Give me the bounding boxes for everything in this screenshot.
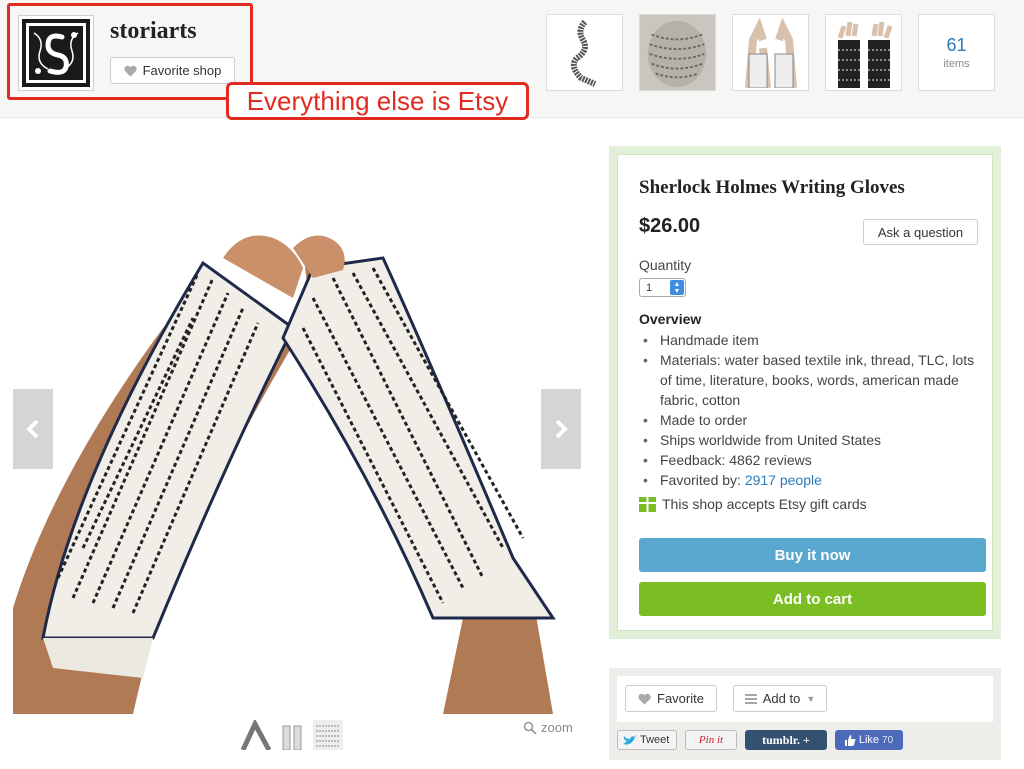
overview-item-text: Favorited by: [660, 472, 745, 488]
image-thumb[interactable] [241, 720, 271, 750]
add-to-label: Add to [762, 691, 801, 706]
list-icon [744, 693, 757, 704]
ask-question-button[interactable]: Ask a question [863, 219, 978, 245]
twitter-bird-icon [623, 734, 637, 745]
tumblr-button[interactable]: tumblr. + [745, 730, 827, 750]
facebook-like-button[interactable]: Like 70 [835, 730, 903, 750]
image-thumb[interactable] [313, 720, 343, 750]
overview-item: Ships worldwide from United States [639, 430, 979, 450]
buy-it-now-button[interactable]: Buy it now [639, 538, 986, 572]
favorite-item-button[interactable]: Favorite [625, 685, 717, 712]
add-to-list-button[interactable]: Add to ▼ [733, 685, 827, 712]
zoom-label: zoom [541, 720, 573, 735]
shop-item-thumb[interactable] [732, 14, 809, 91]
share-panel: Favorite Add to ▼ Tweet Pin it tumblr. +… [609, 668, 1001, 760]
shop-items-count[interactable]: 61 items [918, 14, 995, 91]
tweet-button[interactable]: Tweet [617, 730, 677, 750]
overview-item: Handmade item [639, 330, 979, 350]
items-count-label: items [943, 58, 970, 70]
quantity-value: 1 [646, 281, 653, 294]
quantity-select[interactable]: 1 ▲ ▼ [639, 278, 686, 297]
image-thumb[interactable] [277, 720, 307, 750]
shop-item-thumb[interactable] [546, 14, 623, 91]
social-buttons: Tweet Pin it tumblr. + Like 70 [617, 730, 903, 750]
overview-item-text: Materials: water based textile ink, thre… [660, 352, 975, 408]
shop-item-thumb[interactable] [639, 14, 716, 91]
pin-it-button[interactable]: Pin it [685, 730, 737, 750]
heart-icon [638, 693, 651, 705]
overview-item-text: Feedback: 4862 reviews [660, 452, 812, 468]
magnifier-icon [523, 721, 537, 735]
add-to-cart-button[interactable]: Add to cart [639, 582, 986, 616]
shop-item-thumbnails: 61 items [546, 14, 995, 91]
quantity-label: Quantity [639, 257, 692, 273]
share-panel-inner: Favorite Add to ▼ [617, 676, 993, 722]
gift-card-text: This shop accepts Etsy gift cards [662, 496, 867, 512]
items-count-number: 61 [946, 35, 967, 55]
listing-price: $26.00 [639, 215, 701, 237]
overview-item-text: Ships worldwide from United States [660, 432, 881, 448]
shop-item-thumb[interactable] [825, 14, 902, 91]
gift-card-icon [639, 496, 656, 512]
like-count: 70 [882, 734, 894, 746]
annotation-label: Everything else is Etsy [226, 82, 529, 120]
overview-item: Feedback: 4862 reviews [639, 450, 979, 470]
chevron-left-icon [26, 419, 39, 439]
thumbs-up-icon [844, 734, 856, 746]
overview-item-text: Made to order [660, 412, 748, 428]
previous-image-button[interactable] [13, 389, 53, 469]
listing-main-image[interactable] [13, 218, 581, 714]
listing-title: Sherlock Holmes Writing Gloves [639, 177, 905, 198]
like-label: Like [858, 734, 880, 746]
gift-card-notice: This shop accepts Etsy gift cards [639, 496, 867, 512]
buy-box-inner: Sherlock Holmes Writing Gloves $26.00 As… [617, 154, 993, 631]
overview-list: Handmade item Materials: water based tex… [639, 330, 979, 490]
overview-item: Made to order [639, 410, 979, 430]
overview-item-text: Handmade item [660, 332, 759, 348]
image-thumbnail-strip [241, 720, 343, 750]
overview-item: Favorited by: 2917 people [639, 470, 979, 490]
favorite-label: Favorite [657, 691, 704, 706]
overview-item: Materials: water based textile ink, thre… [639, 350, 979, 410]
caret-down-icon: ▼ [806, 693, 816, 704]
buy-box: Sherlock Holmes Writing Gloves $26.00 As… [609, 146, 1001, 639]
annotation-highlight-box [7, 3, 253, 100]
next-image-button[interactable] [541, 389, 581, 469]
tweet-label: Tweet [640, 734, 670, 746]
overview-heading: Overview [639, 311, 702, 327]
zoom-button[interactable]: zoom [523, 720, 573, 735]
chevron-right-icon [555, 419, 568, 439]
favorited-by-link[interactable]: 2917 people [745, 472, 822, 488]
updown-arrows-icon: ▲ ▼ [670, 280, 684, 295]
